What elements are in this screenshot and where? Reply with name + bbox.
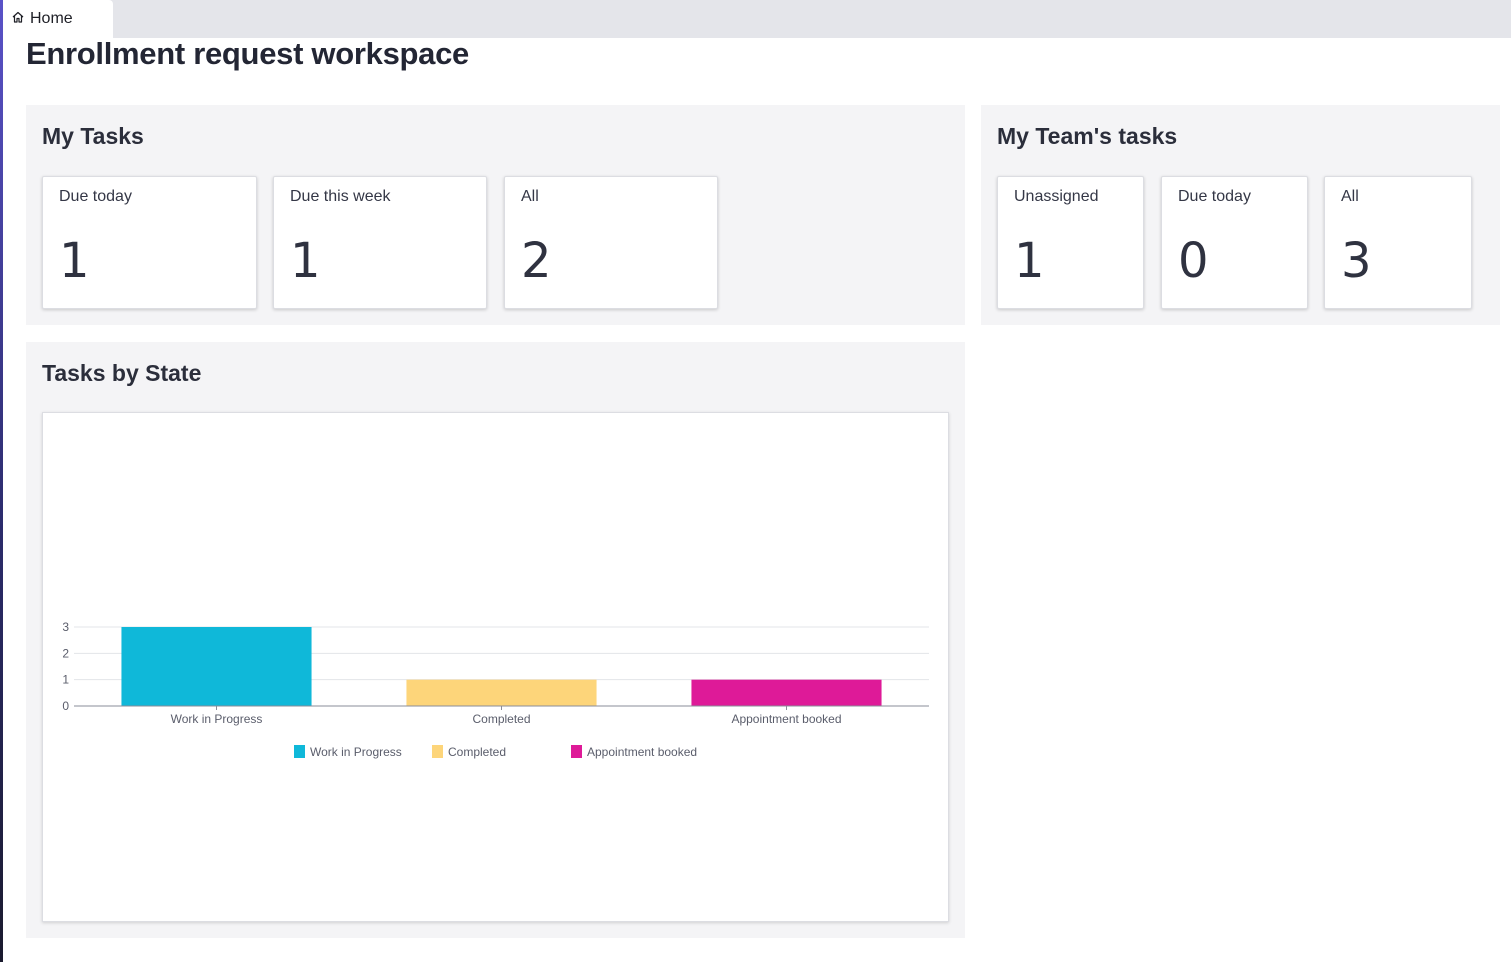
y-tick-label: 3 [62, 620, 69, 634]
window-left-edge [0, 0, 3, 962]
card-value: 2 [521, 233, 552, 289]
my-tasks-card-all[interactable]: All 2 [504, 176, 718, 309]
legend-label: Completed [448, 745, 506, 759]
y-tick-label: 0 [62, 699, 69, 713]
legend-swatch [294, 745, 305, 758]
tasks-by-state-title: Tasks by State [42, 360, 202, 386]
my-tasks-card-due-this-week[interactable]: Due this week 1 [273, 176, 487, 309]
legend-label: Appointment booked [587, 745, 697, 759]
my-tasks-panel: My Tasks Due today 1 Due this week 1 All… [26, 105, 965, 325]
team-tasks-card-all[interactable]: All 3 [1324, 176, 1472, 309]
home-icon [11, 10, 25, 29]
team-tasks-card-due-today[interactable]: Due today 0 [1161, 176, 1308, 309]
card-value: 0 [1178, 233, 1209, 289]
card-label: All [521, 188, 539, 205]
team-tasks-title: My Team's tasks [997, 123, 1178, 149]
bar-completed [406, 679, 597, 706]
tab-bar: Home [3, 0, 1511, 38]
tab-home-label: Home [30, 10, 73, 27]
x-tick-label: Work in Progress [171, 712, 263, 726]
card-label: All [1341, 188, 1359, 205]
tasks-by-state-panel: Tasks by State 0 1 2 3 Work in Progress Compl… [26, 342, 965, 938]
y-tick-label: 2 [62, 646, 69, 660]
tab-home[interactable]: Home [3, 0, 113, 38]
x-tick-label: Completed [472, 712, 530, 726]
legend-swatch [432, 745, 443, 758]
bar-chart-svg: 0 1 2 3 Work in Progress Completed Appointment… [62, 620, 929, 759]
my-tasks-title: My Tasks [42, 123, 144, 149]
card-label: Due today [1178, 188, 1251, 205]
my-tasks-card-due-today[interactable]: Due today 1 [42, 176, 257, 309]
team-tasks-card-unassigned[interactable]: Unassigned 1 [997, 176, 1144, 309]
legend-label: Work in Progress [310, 745, 402, 759]
page-title: Enrollment request workspace [26, 36, 469, 71]
bar-work-in-progress [121, 627, 312, 706]
bar-appointment-booked [691, 679, 882, 706]
card-label: Due this week [290, 188, 391, 205]
x-tick-label: Appointment booked [731, 712, 841, 726]
y-tick-label: 1 [62, 673, 69, 687]
card-value: 1 [290, 233, 321, 289]
card-value: 1 [59, 233, 90, 289]
card-value: 3 [1341, 233, 1372, 289]
card-value: 1 [1014, 233, 1045, 289]
card-label: Due today [59, 188, 132, 205]
card-label: Unassigned [1014, 188, 1099, 205]
tasks-by-state-chart: 0 1 2 3 Work in Progress Completed Appointment… [42, 412, 949, 922]
team-tasks-panel: My Team's tasks Unassigned 1 Due today 0… [981, 105, 1500, 325]
legend-swatch [571, 745, 582, 758]
